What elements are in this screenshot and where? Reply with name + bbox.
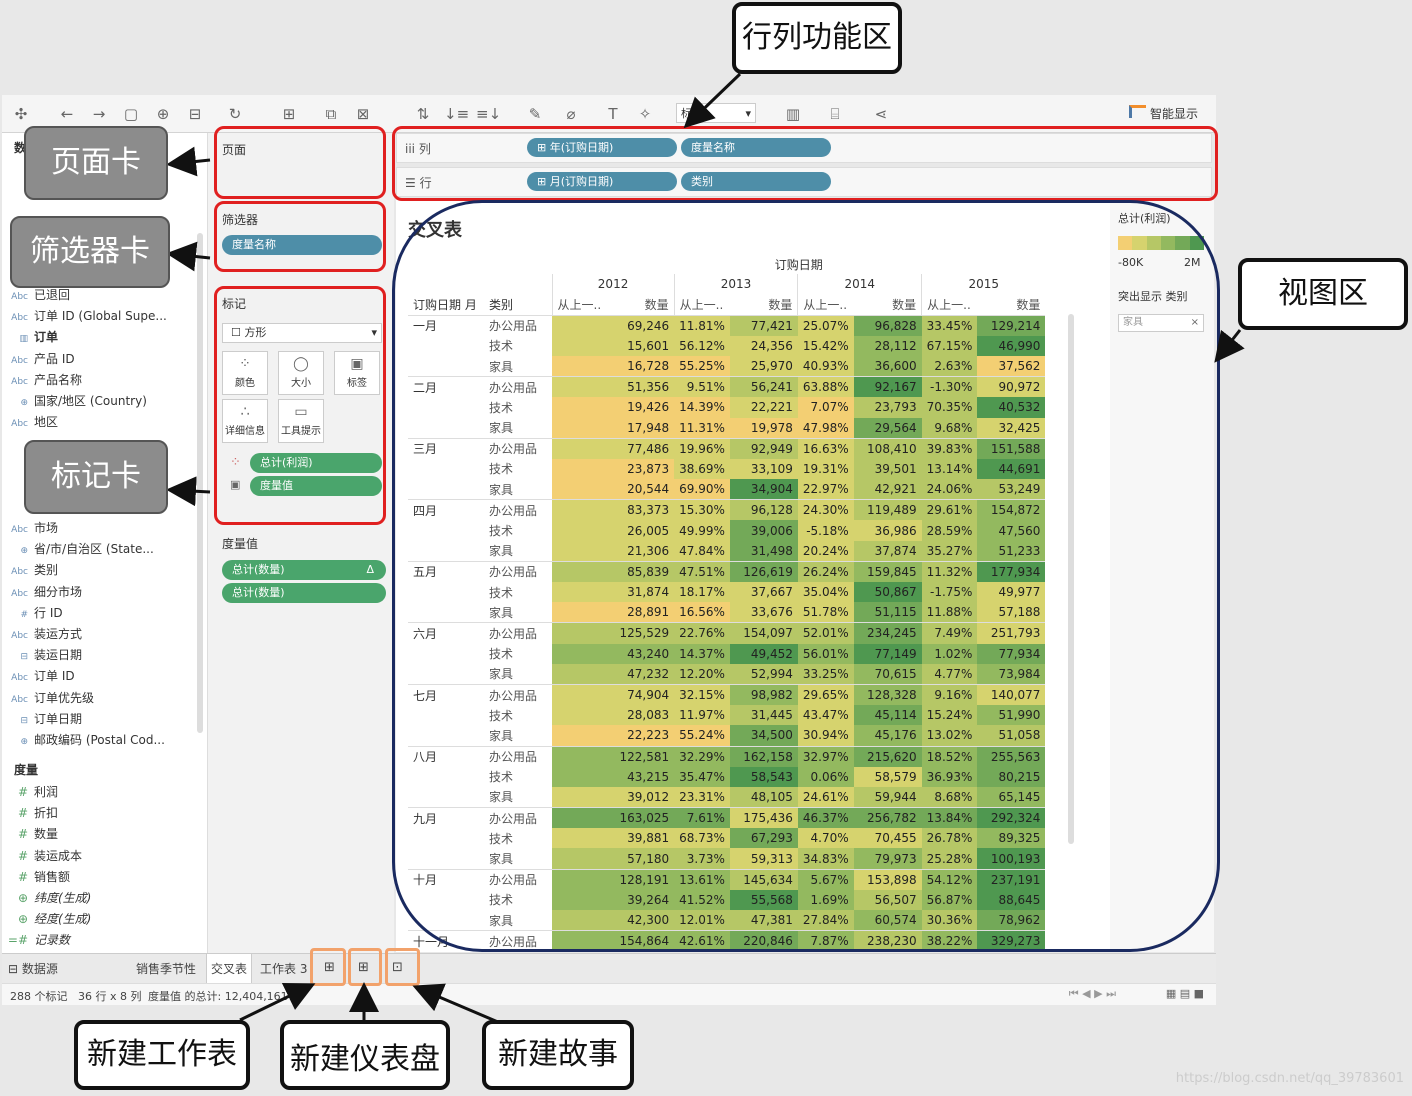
annotation-arrows (166, 72, 1245, 1024)
arrow-marks-card (166, 476, 211, 507)
arrow-page-card (166, 146, 211, 177)
shelf-area-label: 行列功能区 (732, 2, 902, 74)
marks-card-callout: 标记卡 (24, 440, 168, 514)
watermark: https://blog.csdn.net/qq_39783601 (1175, 1071, 1404, 1086)
new-story-label: 新建故事 (482, 1020, 634, 1090)
view-area-label: 视图区 (1238, 258, 1408, 330)
new-dashboard-label: 新建仪表盘 (280, 1020, 450, 1090)
filter-card-callout: 筛选器卡 (10, 216, 170, 288)
arrow-new-sheet (239, 982, 316, 1022)
new-sheet-label: 新建工作表 (74, 1020, 250, 1090)
arrow-filter-card (166, 241, 211, 272)
arrow-view (1214, 329, 1245, 363)
page-card-callout: 页面卡 (24, 126, 168, 200)
arrow-shelves (683, 72, 742, 129)
arrow-new-story (412, 983, 499, 1024)
